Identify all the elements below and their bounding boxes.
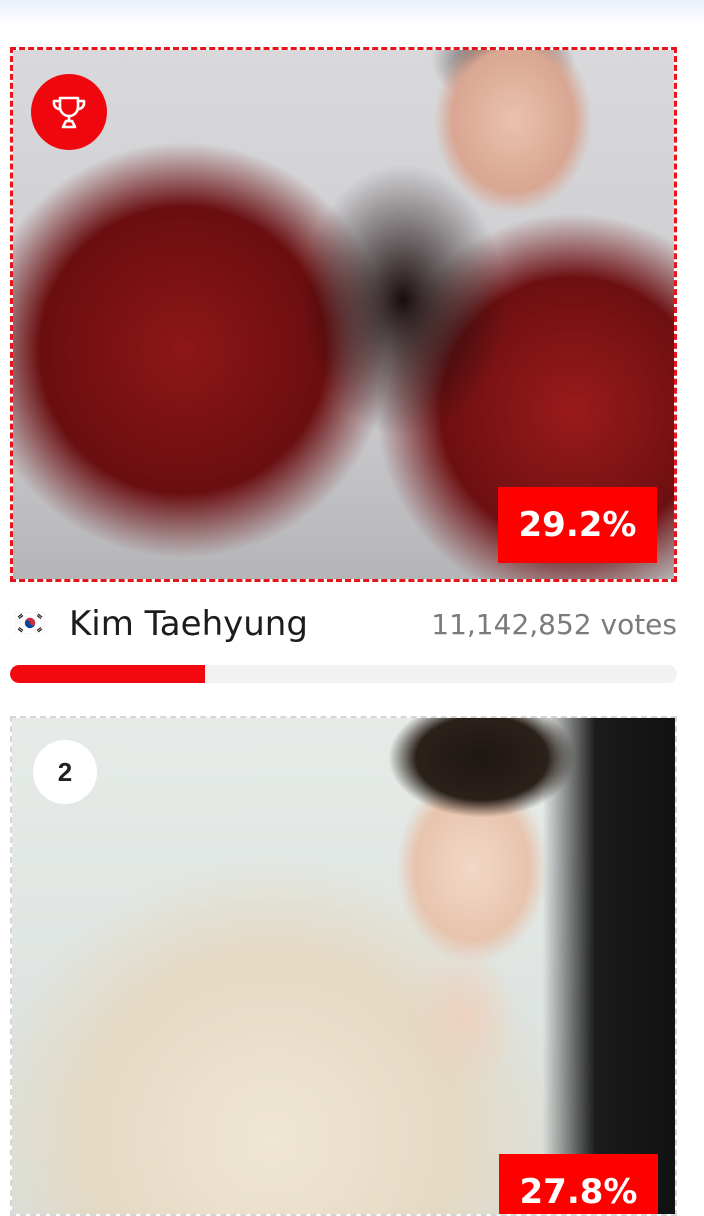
- percent-tag: 29.2%: [498, 487, 657, 563]
- entry-photo-2: [12, 718, 675, 1214]
- percent-tag: 27.8%: [499, 1154, 658, 1214]
- entry-card-2[interactable]: 2 27.8%: [10, 716, 677, 1216]
- trophy-badge: [31, 74, 107, 150]
- vote-progress-bar: [10, 665, 677, 683]
- vote-progress-fill: [10, 665, 205, 683]
- rank-badge: 2: [33, 740, 97, 804]
- entry-card-1[interactable]: 29.2%: [10, 47, 677, 582]
- entry-info-1: Kim Taehyung 11,142,852 votes: [10, 602, 677, 648]
- south-korea-flag-icon: [15, 612, 45, 634]
- header-shadow: [0, 0, 704, 24]
- vote-count: 11,142,852 votes: [431, 608, 677, 641]
- entry-name[interactable]: Kim Taehyung: [69, 604, 308, 644]
- trophy-icon: [52, 96, 86, 129]
